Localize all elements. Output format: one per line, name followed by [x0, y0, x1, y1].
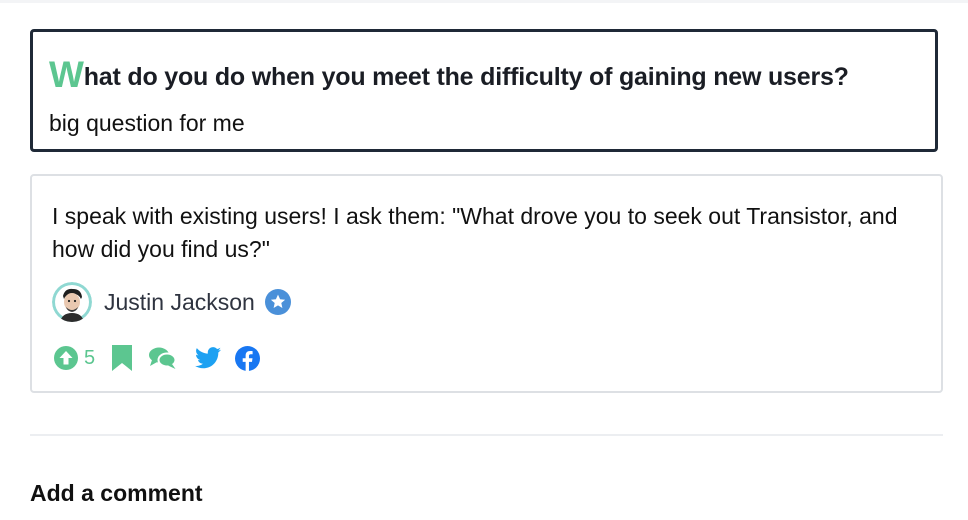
verified-star-icon [264, 289, 291, 315]
top-divider [0, 0, 968, 3]
comment-icon [149, 347, 177, 369]
question-subtitle: big question for me [49, 110, 245, 136]
answer-card: I speak with existing users! I ask them:… [30, 174, 943, 393]
author-name[interactable]: Justin Jackson [104, 289, 255, 316]
answer-actions: 5 [54, 345, 261, 371]
author-avatar[interactable] [52, 282, 92, 322]
upvote-count: 5 [84, 346, 96, 369]
upvote-button[interactable]: 5 [54, 346, 95, 370]
answer-author: Justin Jackson [52, 282, 291, 322]
share-twitter-button[interactable] [195, 347, 222, 369]
share-facebook-button[interactable] [235, 345, 261, 371]
add-comment-heading: Add a comment [30, 480, 203, 506]
twitter-icon [195, 347, 222, 369]
question-title-initial: W [49, 54, 84, 95]
user-avatar-icon [52, 282, 92, 322]
bookmark-icon [112, 345, 133, 371]
upvote-icon [54, 346, 78, 370]
answer-text: I speak with existing users! I ask them:… [52, 203, 898, 262]
comment-button[interactable] [149, 346, 177, 370]
section-divider [30, 434, 943, 436]
bookmark-button[interactable] [112, 345, 133, 371]
facebook-icon [235, 345, 261, 371]
question-title-text: hat do you do when you meet the difficul… [83, 63, 849, 91]
question-card: What do you do when you meet the difficu… [30, 29, 938, 152]
question-title: What do you do when you meet the difficu… [49, 56, 849, 93]
